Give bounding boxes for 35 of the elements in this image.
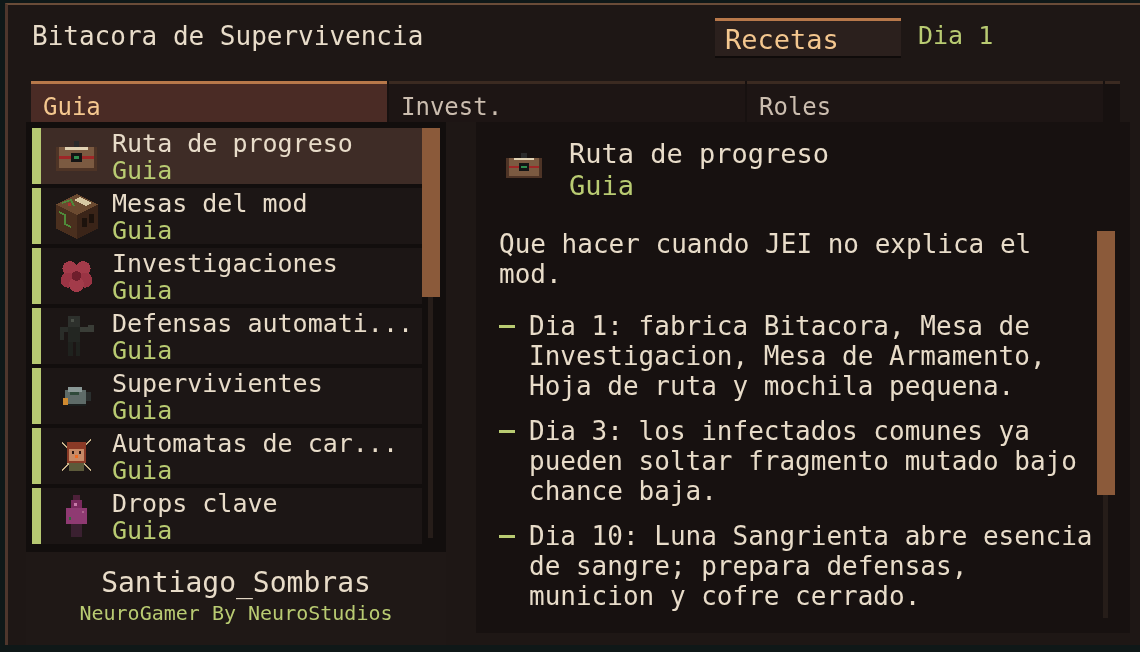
vial-icon bbox=[66, 495, 87, 537]
dash-icon bbox=[499, 535, 515, 538]
scrollbar-track[interactable] bbox=[1097, 231, 1115, 618]
credit-text: NeuroGamer By NeuroStudios bbox=[79, 601, 393, 625]
detail-category: Guia bbox=[569, 170, 636, 202]
guide-list-item[interactable]: Drops clave Guia bbox=[32, 488, 422, 544]
guide-list-item[interactable]: Investigaciones Guia bbox=[32, 248, 422, 304]
bag-icon bbox=[56, 141, 97, 171]
bullet-text: Dia 3: los infectados comunes ya pueden soltar fragmento mutado bajo chance baja. bbox=[529, 416, 1078, 506]
block-icon bbox=[55, 193, 98, 239]
guide-list-item[interactable]: Mesas del mod Guia bbox=[32, 188, 422, 244]
dash-icon bbox=[499, 325, 515, 328]
tab[interactable]: Invest. bbox=[389, 81, 745, 122]
guide-list-item[interactable]: Ruta de progreso Guia bbox=[32, 128, 422, 184]
detail-title: Ruta de progreso bbox=[569, 138, 831, 170]
head-icon bbox=[62, 439, 91, 473]
scrollbar-thumb[interactable] bbox=[1097, 231, 1115, 495]
bag-icon bbox=[506, 152, 542, 179]
bullet-text: Dia 10: Luna Sangrienta abre esencia de sangre; prepara defensas, municion y cofre cerrado. bbox=[529, 521, 1094, 611]
flower-icon bbox=[60, 260, 93, 292]
figure-icon bbox=[58, 316, 95, 356]
player-name: Santiago_Sombras bbox=[101, 568, 371, 598]
dash-icon bbox=[499, 430, 515, 433]
tab[interactable]: Roles bbox=[747, 81, 1103, 122]
scrollbar-thumb[interactable] bbox=[422, 128, 440, 297]
tab[interactable]: Guia bbox=[31, 81, 387, 122]
guide-list-item[interactable]: Automatas de car... Guia bbox=[32, 428, 422, 484]
description-text: Que hacer cuando JEI no explica el mod. bbox=[499, 229, 1033, 289]
day-counter: Dia 1 bbox=[918, 21, 995, 51]
bullet-text: Dia 1: fabrica Bitacora, Mesa de Investigacion, Mesa de Armamento, Hoja de ruta y mochila pequena. bbox=[529, 311, 1047, 401]
device-icon bbox=[62, 385, 91, 407]
guide-list-item[interactable]: Defensas automati... Guia bbox=[32, 308, 422, 364]
recipes-button[interactable]: Recetas bbox=[715, 18, 901, 58]
window-title: Bitacora de Supervivencia bbox=[32, 21, 425, 51]
guide-list-item[interactable]: Supervivientes Guia bbox=[32, 368, 422, 424]
